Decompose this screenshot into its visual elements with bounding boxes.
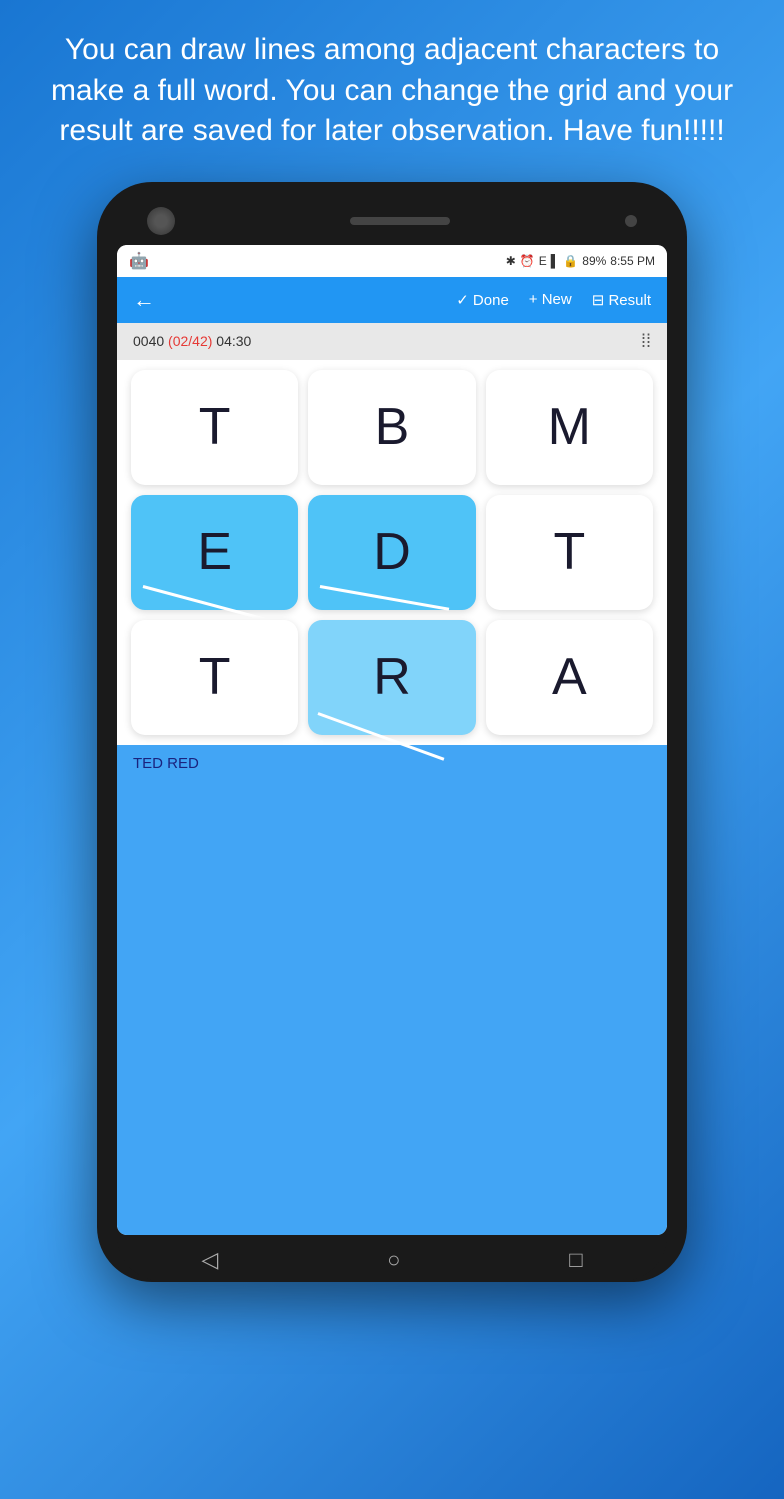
time: 8:55 PM xyxy=(610,254,655,268)
cell-T-0-0[interactable]: T xyxy=(131,370,298,485)
line-E xyxy=(143,585,270,622)
cell-A-2-2[interactable]: A xyxy=(486,620,653,735)
phone-speaker xyxy=(350,217,450,225)
result-button[interactable]: ⊟ Result xyxy=(592,291,651,309)
android-icon: 🤖 xyxy=(129,251,149,271)
cell-letter: T xyxy=(199,397,231,457)
line-D xyxy=(320,585,449,611)
cell-B-0-1[interactable]: B xyxy=(308,370,475,485)
toolbar-actions: ✓ Done + New ⊟ Result xyxy=(456,291,651,309)
status-bar: 🤖 ✱ ⏰ E ▌ 🔒 89% 8:55 PM xyxy=(117,245,667,277)
back-button[interactable]: ← xyxy=(133,287,155,313)
game-timer: 04:30 xyxy=(216,333,251,349)
app-toolbar: ← ✓ Done + New ⊟ Result xyxy=(117,277,667,323)
phone-frame: 🤖 ✱ ⏰ E ▌ 🔒 89% 8:55 PM ← ✓ Done + New ⊟… xyxy=(97,182,687,1282)
letter-grid: T B M E D T xyxy=(117,360,667,745)
status-right: ✱ ⏰ E ▌ 🔒 89% 8:55 PM xyxy=(506,254,655,268)
cell-R-2-1[interactable]: R xyxy=(308,620,475,735)
game-info-bar: 0040 (02/42) 04:30 ⁞⁞ xyxy=(117,323,667,360)
cell-letter: B xyxy=(375,397,410,457)
game-counter-text: 0040 (02/42) 04:30 xyxy=(133,333,251,349)
cell-letter: T xyxy=(199,647,231,707)
header-description: You can draw lines among adjacent charac… xyxy=(0,0,784,172)
phone-bottom-nav: ◁ ○ □ xyxy=(117,1235,667,1281)
cell-letter: D xyxy=(373,522,411,582)
phone-sensor xyxy=(625,215,637,227)
cell-D-1-1[interactable]: D xyxy=(308,495,475,610)
phone-top-bar xyxy=(117,202,667,245)
battery-percent: 89% xyxy=(582,254,606,268)
cell-letter: T xyxy=(553,522,585,582)
cell-M-0-2[interactable]: M xyxy=(486,370,653,485)
signal-bars: ▌ xyxy=(551,254,560,268)
cell-letter: A xyxy=(552,647,587,707)
cell-letter: E xyxy=(197,522,232,582)
status-left: 🤖 xyxy=(129,251,149,271)
signal-icon: E xyxy=(539,254,547,268)
phone-screen: 🤖 ✱ ⏰ E ▌ 🔒 89% 8:55 PM ← ✓ Done + New ⊟… xyxy=(117,245,667,1235)
game-progress: (02/42) xyxy=(168,333,212,349)
lock-icon: 🔒 xyxy=(563,254,578,268)
cell-T-2-0[interactable]: T xyxy=(131,620,298,735)
letter-grid-wrapper: T B M E D T xyxy=(117,360,667,745)
new-button[interactable]: + New xyxy=(529,291,572,308)
cell-T-1-2[interactable]: T xyxy=(486,495,653,610)
alarm-icon: ⏰ xyxy=(520,254,535,268)
bluetooth-icon: ✱ xyxy=(506,254,516,268)
grid-settings-icon[interactable]: ⁞⁞ xyxy=(641,331,651,352)
words-bar: TED RED xyxy=(117,745,667,1235)
done-button[interactable]: ✓ Done xyxy=(456,291,509,309)
nav-recents-button[interactable]: □ xyxy=(569,1247,582,1273)
found-words: TED RED xyxy=(133,755,199,772)
cell-letter: M xyxy=(548,397,591,457)
cell-letter: R xyxy=(373,647,411,707)
cell-E-1-0[interactable]: E xyxy=(131,495,298,610)
phone-camera xyxy=(147,207,175,235)
nav-back-button[interactable]: ◁ xyxy=(201,1247,218,1273)
nav-home-button[interactable]: ○ xyxy=(387,1247,400,1273)
game-counter: 0040 xyxy=(133,333,168,349)
